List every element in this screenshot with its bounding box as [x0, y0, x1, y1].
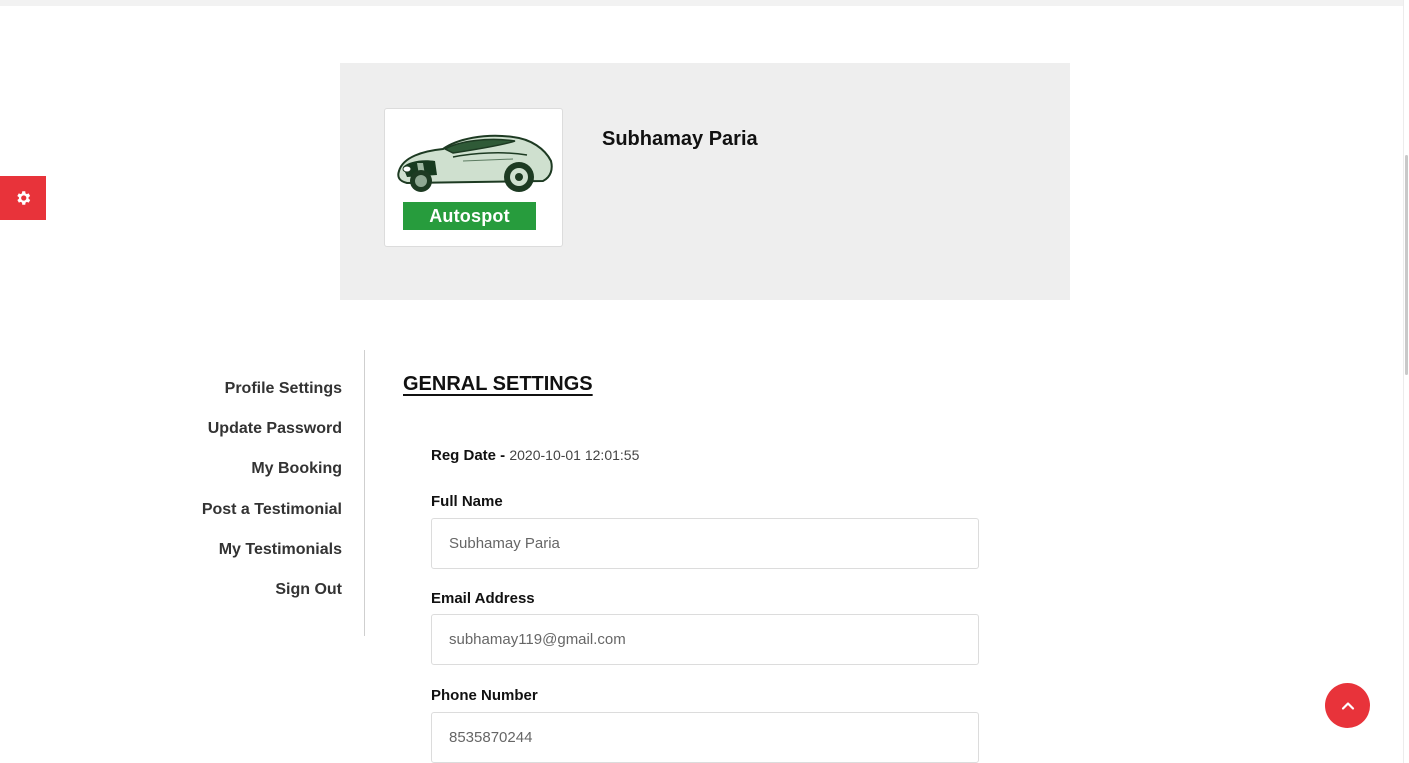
- top-strip: [0, 0, 1409, 6]
- phone-input[interactable]: [431, 712, 979, 763]
- full-name-label: Full Name: [431, 493, 503, 510]
- email-input[interactable]: [431, 614, 979, 665]
- nav-item-my-testimonials[interactable]: My Testimonials: [160, 539, 364, 579]
- reg-date: Reg Date - 2020-10-01 12:01:55: [431, 447, 639, 464]
- chevron-up-icon: [1341, 701, 1354, 710]
- nav-item-post-testimonial[interactable]: Post a Testimonial: [160, 499, 364, 539]
- profile-side-nav: Profile Settings Update Password My Book…: [160, 350, 365, 636]
- reg-date-value: 2020-10-01 12:01:55: [509, 447, 640, 463]
- settings-toggle-button[interactable]: [0, 176, 46, 220]
- scrollbar-thumb[interactable]: [1405, 155, 1408, 375]
- profile-name: Subhamay Paria: [602, 128, 758, 150]
- email-label: Email Address: [431, 590, 535, 607]
- section-title: GENRAL SETTINGS: [403, 373, 593, 395]
- full-name-input[interactable]: [431, 518, 979, 569]
- scrollbar-track[interactable]: [1403, 0, 1409, 763]
- car-logo: [397, 134, 553, 192]
- gear-icon: [17, 191, 31, 205]
- reg-date-label: Reg Date -: [431, 447, 506, 464]
- nav-item-profile-settings[interactable]: Profile Settings: [160, 378, 364, 418]
- nav-item-my-booking[interactable]: My Booking: [160, 458, 364, 498]
- scroll-top-button[interactable]: [1325, 683, 1370, 728]
- nav-item-update-password[interactable]: Update Password: [160, 418, 364, 458]
- brand-badge: Autospot: [403, 202, 536, 230]
- profile-banner: Autospot Subhamay Paria: [340, 63, 1070, 300]
- phone-label: Phone Number: [431, 687, 538, 704]
- avatar: Autospot: [384, 108, 563, 247]
- nav-item-sign-out[interactable]: Sign Out: [160, 579, 364, 619]
